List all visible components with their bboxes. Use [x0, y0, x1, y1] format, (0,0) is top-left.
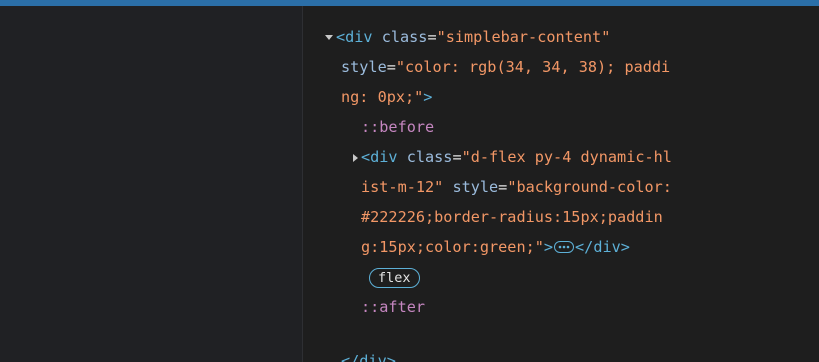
expand-triangle-icon[interactable] [353, 153, 358, 162]
ellipsis-icon[interactable] [554, 240, 575, 253]
dom-line-dflex-style-cont[interactable]: #222226;border-radius:15px;paddin [361, 202, 663, 232]
dom-line-text: <div class="simplebar-content" [336, 28, 611, 46]
dom-line-flex-badge: flex [369, 262, 420, 292]
dom-line-style-attr-cont[interactable]: ng: 0px;"> [341, 82, 432, 112]
dom-line-before-pseudo[interactable]: ::before [361, 112, 434, 142]
dom-line-dflex-open[interactable]: <div class="d-flex py-4 dynamic-hl [353, 142, 672, 172]
left-pane [0, 6, 302, 362]
flex-badge[interactable]: flex [369, 267, 420, 288]
dom-line-style-attr[interactable]: style="color: rgb(34, 34, 38); paddi [341, 52, 670, 82]
dom-line-dflex-style-end[interactable]: g:15px;color:green;"> </div> [361, 232, 630, 262]
elements-panel: <div class="simplebar-content" style="co… [303, 6, 819, 362]
dom-line-simplebar-close[interactable]: </div> [341, 346, 396, 362]
dom-line-dflex-class-cont[interactable]: ist-m-12" style="background-color: [361, 172, 672, 202]
dom-line-simplebar-open[interactable]: <div class="simplebar-content" [325, 22, 610, 52]
dom-line-after-pseudo[interactable]: ::after [361, 292, 425, 322]
collapse-triangle-icon[interactable] [325, 35, 333, 40]
